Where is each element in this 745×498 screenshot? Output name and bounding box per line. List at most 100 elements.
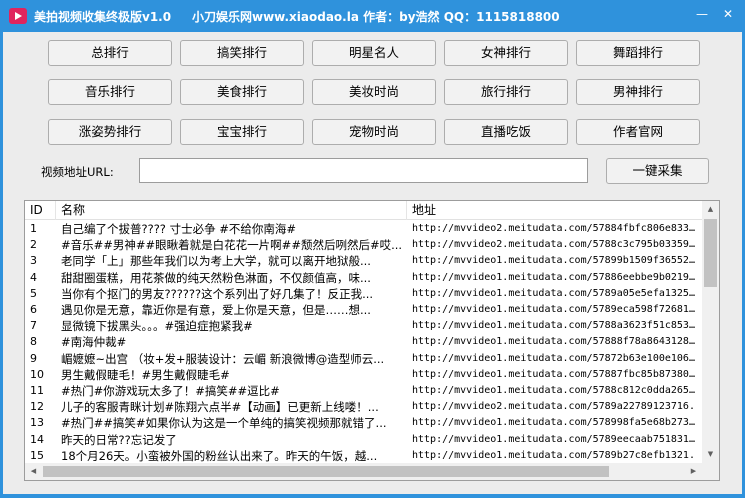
btn-pet-fashion[interactable]: 宠物时尚 [312,119,436,145]
btn-overall-rank[interactable]: 总排行 [48,40,172,66]
table-row[interactable]: 15 18个月26天。小蛮被外国的粉丝认出来了。昨天的午饭，越... http://… [25,448,702,463]
table-row[interactable]: 10 男生戴假睫毛！#男生戴假睫毛# http://mvvideo1.meituda… [25,367,702,383]
table-row[interactable]: 11 #热门#你游戏玩太多了！#搞笑##逗比# http://mvvideo1.me… [25,383,702,399]
row-id: 5 [30,286,37,300]
minimize-button[interactable]: — [694,6,710,22]
row-url: http://mvvideo1.meitudata.com/57899b1509… [412,255,700,267]
row-url: http://mvvideo1.meitudata.com/5788a3623f… [412,320,700,332]
table-row[interactable]: 1 自己编了个拔普???? 寸士必争 #不给你南海# http://mvvideo2… [25,221,702,237]
scroll-down-arrow-icon[interactable]: ▼ [702,446,719,463]
btn-baby-rank[interactable]: 宝宝排行 [180,119,304,145]
main-panel: 总排行 搞笑排行 明星名人 女神排行 舞蹈排行 音乐排行 美食排行 美妆时尚 旅… [3,32,742,494]
author-info: 小刀娱乐网www.xiaodao.la 作者：by浩然 QQ：111581880… [192,10,560,24]
scroll-up-arrow-icon[interactable]: ▲ [702,201,719,218]
row-url: http://mvvideo1.meitudata.com/57872b63e1… [412,352,700,364]
column-header-id[interactable]: ID [25,201,55,220]
title-bar[interactable]: 美拍视频收集终极版v1.0 小刀娱乐网www.xiaodao.la 作者：by浩… [0,0,745,32]
table-row[interactable]: 14 昨天的日常??忘记发了 http://mvvideo1.meitudata.c… [25,432,702,448]
url-input[interactable] [139,158,588,183]
row-url: http://mvvideo2.meitudata.com/5789a22789… [412,401,695,413]
row-name: 18个月26天。小蛮被外国的粉丝认出来了。昨天的午饭，越... [61,448,378,463]
row-url: http://mvvideo1.meitudata.com/5789b27c8e… [412,449,695,461]
close-button[interactable]: ✕ [720,6,736,22]
table-row[interactable]: 4 甜甜圈蛋糕，用花茶做的纯天然粉色淋面，不仅颜值高，味... http://mvv… [25,270,702,286]
row-name: 显微镜下拔黑头。。。#强迫症抱紧我# [61,319,253,334]
row-id: 4 [30,270,37,284]
row-url: http://mvvideo1.meitudata.com/5789eecaab… [412,433,700,445]
btn-author-site[interactable]: 作者官网 [576,119,700,145]
btn-travel-rank[interactable]: 旅行排行 [444,79,568,105]
btn-beauty-fashion[interactable]: 美妆时尚 [312,79,436,105]
row-id: 14 [30,432,44,446]
row-name: 当你有个抠门的男友??????这个系列出了好几集了！反正我... [61,286,374,301]
row-id: 15 [30,448,44,462]
row-id: 8 [30,335,37,349]
btn-knowledge-rank[interactable]: 涨姿势排行 [48,119,172,145]
row-id: 11 [30,384,44,397]
table-row[interactable]: 7 显微镜下拔黑头。。。#强迫症抱紧我# http://mvvideo1.meitu… [25,318,702,334]
row-url: http://mvvideo1.meitudata.com/5789eca598… [412,304,700,315]
one-click-collect-button[interactable]: 一键采集 [606,158,709,184]
row-id: 9 [30,351,37,365]
row-id: 3 [30,254,37,268]
table-row[interactable]: 13 #热门##搞笑#如果你认为这是一个单纯的搞笑视频那就错了... http://… [25,415,702,431]
row-name: #南海仲裁# [61,335,127,350]
row-url: http://mvvideo2.meitudata.com/57884fbfc8… [412,223,700,234]
row-id: 13 [30,416,44,430]
btn-funny-rank[interactable]: 搞笑排行 [180,40,304,66]
row-url: http://mvvideo1.meitudata.com/578998fa5e… [412,417,700,429]
url-label: 视频地址URL: [41,165,114,179]
horizontal-scroll-thumb[interactable] [43,466,609,477]
row-id: 6 [30,303,37,316]
table-row[interactable]: 5 当你有个抠门的男友??????这个系列出了好几集了！反正我... http://… [25,286,702,302]
column-header-name[interactable]: 名称 [56,201,406,220]
table-row[interactable]: 8 #南海仲裁# http://mvvideo1.meitudata.com/578… [25,334,702,350]
vertical-scrollbar[interactable]: ▲ ▼ [702,201,719,463]
btn-food-rank[interactable]: 美食排行 [180,79,304,105]
row-id: 7 [30,319,37,333]
row-url: http://mvvideo2.meitudata.com/5788c3c795… [412,239,700,251]
row-id: 10 [30,367,44,381]
row-name: 嵋嬷嬷~出宫 （妆+发+服装设计：云嵋 新浪微博@造型师云... [61,351,385,366]
row-url: http://mvvideo1.meitudata.com/57886eebbe… [412,271,700,283]
row-url: http://mvvideo1.meitudata.com/57887fbc85… [412,368,700,380]
column-header-url[interactable]: 地址 [407,201,702,220]
btn-live-eating[interactable]: 直播吃饭 [444,119,568,145]
row-id: 12 [30,400,44,414]
row-url: http://mvvideo1.meitudata.com/57888f78a8… [412,336,700,348]
btn-male-god-rank[interactable]: 男神排行 [576,79,700,105]
row-name: 老同学「上」那些年我们以为考上大学，就可以离开地狱般... [61,254,371,269]
table-row[interactable]: 6 遇见你是无意，靠近你是有意，爱上你是天意，但是……想... http://mvv… [25,302,702,318]
row-url: http://mvvideo1.meitudata.com/5788c812c0… [412,385,700,396]
row-name: #热门##搞笑#如果你认为这是一个单纯的搞笑视频那就错了... [61,416,387,431]
row-name: #音乐##男神##眼瞅着就是白花花一片啊##颓然后咧然后#哎... [61,238,403,253]
scroll-right-arrow-icon[interactable]: ▶ [685,463,702,480]
row-id: 1 [30,222,37,235]
row-name: 甜甜圈蛋糕，用花茶做的纯天然粉色淋面，不仅颜值高，味... [61,270,371,285]
row-name: 儿子的客服青眯计划#陈翔六点半#【动画】已更新上线喽！... [61,400,379,415]
row-name: 自己编了个拔普???? 寸士必争 #不给你南海# [61,222,296,236]
table-row[interactable]: 3 老同学「上」那些年我们以为考上大学，就可以离开地狱般... http://mvv… [25,253,702,269]
btn-goddess-rank[interactable]: 女神排行 [444,40,568,66]
row-name: 男生戴假睫毛！#男生戴假睫毛# [61,367,230,382]
btn-dance-rank[interactable]: 舞蹈排行 [576,40,700,66]
app-window: 美拍视频收集终极版v1.0 小刀娱乐网www.xiaodao.la 作者：by浩… [0,0,745,498]
btn-music-rank[interactable]: 音乐排行 [48,79,172,105]
scroll-left-arrow-icon[interactable]: ◀ [25,463,42,480]
btn-celebrity[interactable]: 明星名人 [312,40,436,66]
list-body: 1 自己编了个拔普???? 寸士必争 #不给你南海# http://mvvideo2… [25,221,702,463]
vertical-scroll-thumb[interactable] [704,219,717,287]
table-row[interactable]: 12 儿子的客服青眯计划#陈翔六点半#【动画】已更新上线喽！... http://m… [25,399,702,415]
list-header: ID 名称 地址 [25,201,702,220]
table-row[interactable]: 9 嵋嬷嬷~出宫 （妆+发+服装设计：云嵋 新浪微博@造型师云... http://… [25,351,702,367]
app-video-icon [9,8,27,24]
row-name: 遇见你是无意，靠近你是有意，爱上你是天意，但是……想... [61,303,371,317]
row-url: http://mvvideo1.meitudata.com/5789a05e5e… [412,287,700,299]
row-id: 2 [30,238,37,252]
table-row[interactable]: 2 #音乐##男神##眼瞅着就是白花花一片啊##颓然后咧然后#哎... http:/… [25,237,702,253]
horizontal-scrollbar[interactable]: ◀ ▶ [25,463,702,480]
row-name: 昨天的日常??忘记发了 [61,432,177,447]
scrollbar-corner [702,463,719,480]
video-list[interactable]: ID 名称 地址 1 自己编了个拔普???? 寸士必争 #不给你南海# http:/… [24,200,720,481]
window-title: 美拍视频收集终极版v1.0 [34,10,172,24]
